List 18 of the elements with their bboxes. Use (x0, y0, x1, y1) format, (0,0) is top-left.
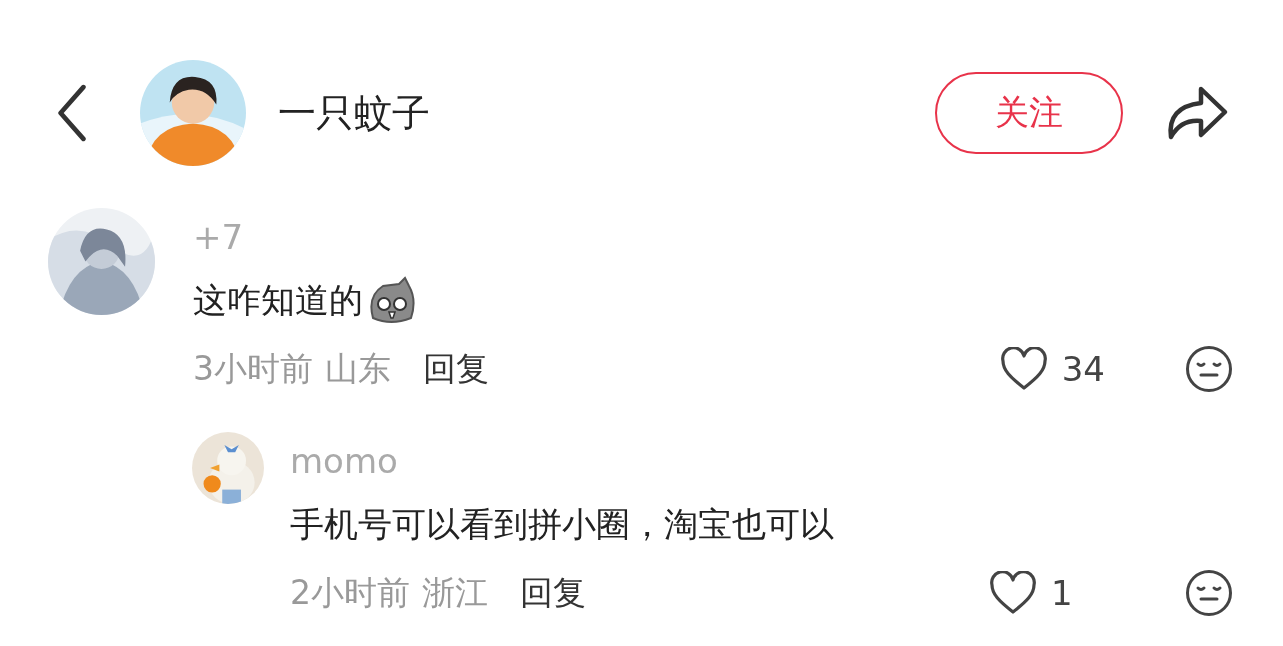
like-count: 1 (1051, 573, 1074, 613)
follow-button[interactable]: 关注 (935, 72, 1123, 154)
username[interactable]: 一只蚊子 (278, 87, 430, 139)
comment-location: 浙江 (422, 571, 488, 614)
back-icon[interactable] (56, 84, 88, 142)
reply-link[interactable]: 回复 (423, 346, 489, 392)
comment-text: 手机号可以看到拼小圈，淘宝也可以 (290, 503, 834, 546)
neutral-face-icon[interactable] (1185, 569, 1233, 617)
comment-time: 3小时前 (193, 347, 313, 390)
share-icon[interactable] (1165, 85, 1229, 141)
heart-icon[interactable] (999, 347, 1048, 391)
comment-location: 山东 (325, 347, 391, 390)
reply-link[interactable]: 回复 (520, 570, 586, 616)
like-count: 34 (1061, 349, 1105, 389)
neutral-face-icon[interactable] (1185, 345, 1233, 393)
comment-text: 这咋知道的 (193, 279, 363, 322)
heart-icon[interactable] (989, 571, 1037, 615)
comment-time: 2小时前 (290, 571, 410, 614)
